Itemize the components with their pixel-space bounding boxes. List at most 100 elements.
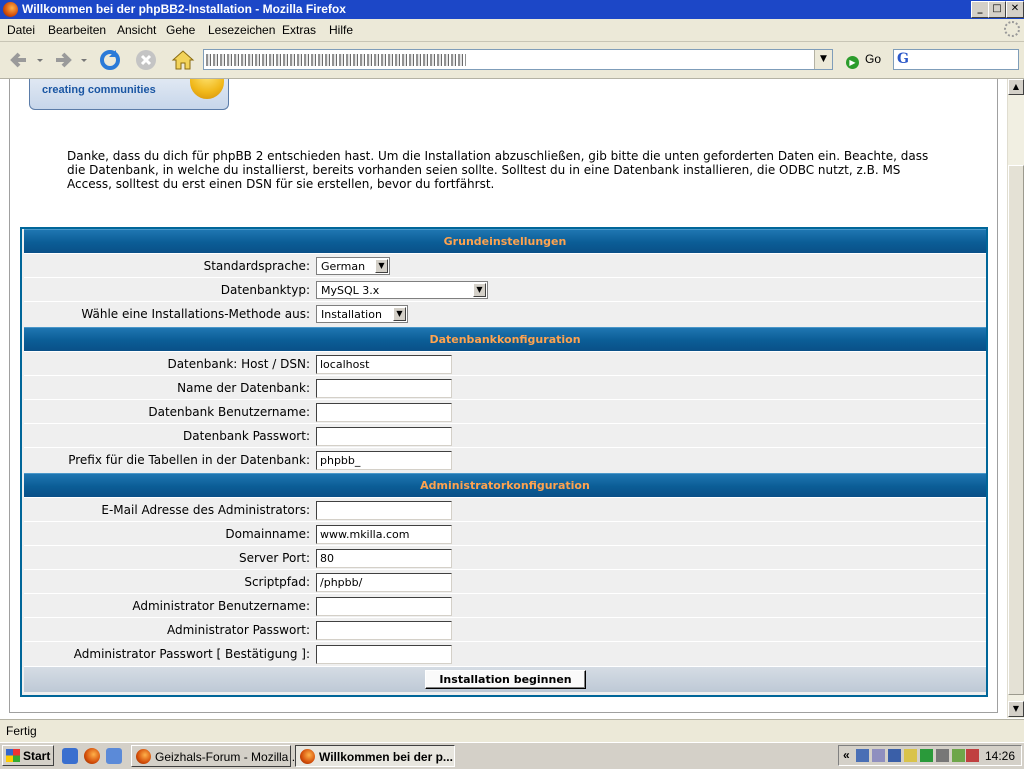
install-begin-button[interactable]: Installation beginnen <box>425 670 586 689</box>
chevron-down-icon: ▼ <box>473 283 486 297</box>
volume-icon[interactable] <box>936 749 949 762</box>
script-path-label: Scriptpfad: <box>244 575 310 589</box>
admin-pass-input[interactable] <box>316 621 452 640</box>
stop-icon[interactable] <box>133 47 159 73</box>
section-header-admin: Administratorkonfiguration <box>24 473 986 497</box>
scroll-up-icon[interactable]: ▲ <box>1008 79 1024 95</box>
scroll-thumb[interactable] <box>1008 165 1024 695</box>
install-form: Grundeinstellungen Standardsprache: Germ… <box>20 227 988 697</box>
menu-extras[interactable]: Extras <box>282 23 316 37</box>
maximize-button[interactable]: □ <box>988 1 1006 18</box>
firefox-icon <box>3 2 18 17</box>
menu-lesezeichen[interactable]: Lesezeichen <box>208 23 275 37</box>
row-admin-email: E-Mail Adresse des Administrators: <box>24 497 986 521</box>
close-button[interactable]: ✕ <box>1006 1 1024 18</box>
db-host-input[interactable]: localhost <box>316 355 452 374</box>
windows-logo-icon <box>6 749 20 762</box>
shield-icon[interactable] <box>888 749 901 762</box>
menu-ansicht[interactable]: Ansicht <box>117 23 156 37</box>
admin-email-label: E-Mail Adresse des Administrators: <box>101 503 310 517</box>
admin-email-input[interactable] <box>316 501 452 520</box>
admin-pass-confirm-input[interactable] <box>316 645 452 664</box>
admin-pass-label: Administrator Passwort: <box>166 623 310 637</box>
row-admin-pass-confirm: Administrator Passwort [ Bestätigung ]: <box>24 641 986 665</box>
tray-app-icon[interactable] <box>966 749 979 762</box>
google-icon[interactable]: G <box>897 51 909 67</box>
page-viewport: creating communities Danke, dass du dich… <box>0 79 1007 718</box>
db-pass-label: Datenbank Passwort: <box>182 429 310 443</box>
db-prefix-input[interactable]: phpbb_ <box>316 451 452 470</box>
back-dropdown-icon[interactable] <box>36 47 44 73</box>
row-script-path: Scriptpfad: /phpbb/ <box>24 569 986 593</box>
db-pass-input[interactable] <box>316 427 452 446</box>
menu-datei[interactable]: Datei <box>7 23 35 37</box>
dbtype-select[interactable]: MySQL 3.x ▼ <box>316 281 488 299</box>
row-db-host: Datenbank: Host / DSN: localhost <box>24 351 986 375</box>
taskbar-item-label: Geizhals-Forum - Mozilla ... <box>155 750 302 764</box>
admin-user-input[interactable] <box>316 597 452 616</box>
db-user-input[interactable] <box>316 403 452 422</box>
dbtype-value: MySQL 3.x <box>321 284 380 297</box>
status-text: Fertig <box>6 724 37 738</box>
script-path-input[interactable]: /phpbb/ <box>316 573 452 592</box>
section-header-database: Datenbankkonfiguration <box>24 327 986 351</box>
menu-hilfe[interactable]: Hilfe <box>329 23 353 37</box>
ie-quicklaunch-icon[interactable] <box>62 748 78 764</box>
method-label: Wähle eine Installations-Methode aus: <box>81 307 310 321</box>
start-label: Start <box>23 749 51 763</box>
taskbar-item-phpbb[interactable]: Willkommen bei der p... <box>295 745 455 767</box>
firefox-quicklaunch-icon[interactable] <box>84 748 100 764</box>
method-select[interactable]: Installation ▼ <box>316 305 408 323</box>
port-input[interactable]: 80 <box>316 549 452 568</box>
desktop-quicklaunch-icon[interactable] <box>106 748 122 764</box>
home-icon[interactable] <box>170 47 196 73</box>
url-dropdown-icon[interactable]: ▼ <box>814 50 832 69</box>
taskbar-item-geizhals[interactable]: Geizhals-Forum - Mozilla ... <box>131 745 302 767</box>
url-bar[interactable]: ▼ <box>203 49 833 70</box>
go-label: Go <box>865 52 882 66</box>
row-admin-pass: Administrator Passwort: <box>24 617 986 641</box>
menu-gehe[interactable]: Gehe <box>166 23 195 37</box>
start-button[interactable]: Start <box>2 745 54 766</box>
row-db-user: Datenbank Benutzername: <box>24 399 986 423</box>
network-icon[interactable] <box>856 749 869 762</box>
db-host-label: Datenbank: Host / DSN: <box>167 357 310 371</box>
row-db-prefix: Prefix für die Tabellen in der Datenbank… <box>24 447 986 471</box>
language-value: German <box>321 260 366 273</box>
dbtype-label: Datenbanktyp: <box>220 283 310 297</box>
vertical-scrollbar[interactable]: ▲ ▼ <box>1007 79 1024 718</box>
menu-bar: Datei Bearbeiten Ansicht Gehe Lesezeiche… <box>0 19 1024 42</box>
domain-input[interactable]: www.mkilla.com <box>316 525 452 544</box>
back-icon[interactable] <box>6 47 32 73</box>
minimize-button[interactable]: _ <box>971 1 989 18</box>
method-value: Installation <box>321 308 382 321</box>
go-button[interactable]: ▶ Go <box>846 52 881 69</box>
menu-bearbeiten[interactable]: Bearbeiten <box>48 23 106 37</box>
chevron-down-icon: ▼ <box>393 307 406 321</box>
tray-app-icon[interactable] <box>952 749 965 762</box>
forward-dropdown-icon[interactable] <box>80 47 88 73</box>
scroll-down-icon[interactable]: ▼ <box>1008 701 1024 717</box>
firefox-icon <box>136 749 151 764</box>
tray-expand-icon[interactable]: « <box>843 748 850 762</box>
forward-icon[interactable] <box>50 47 76 73</box>
reload-icon[interactable] <box>97 47 123 73</box>
logo-tagline: creating communities <box>42 84 156 96</box>
row-language: Standardsprache: German ▼ <box>24 253 986 277</box>
chevron-down-icon: ▼ <box>375 259 388 273</box>
system-tray: « 14:26 <box>838 745 1022 766</box>
row-port: Server Port: 80 <box>24 545 986 569</box>
window-title: Willkommen bei der phpBB2-Installation -… <box>22 2 346 16</box>
admin-pass-confirm-label: Administrator Passwort [ Bestätigung ]: <box>73 647 310 661</box>
admin-user-label: Administrator Benutzername: <box>132 599 310 613</box>
phpbb-logo: creating communities <box>29 79 229 110</box>
tray-app-icon[interactable] <box>872 749 885 762</box>
security-icon[interactable] <box>920 749 933 762</box>
go-arrow-icon: ▶ <box>846 56 859 69</box>
window-titlebar: Willkommen bei der phpBB2-Installation -… <box>0 0 1024 19</box>
db-user-label: Datenbank Benutzername: <box>148 405 310 419</box>
tray-app-icon[interactable] <box>904 749 917 762</box>
db-name-input[interactable] <box>316 379 452 398</box>
language-select[interactable]: German ▼ <box>316 257 390 275</box>
search-box[interactable]: G <box>893 49 1019 70</box>
